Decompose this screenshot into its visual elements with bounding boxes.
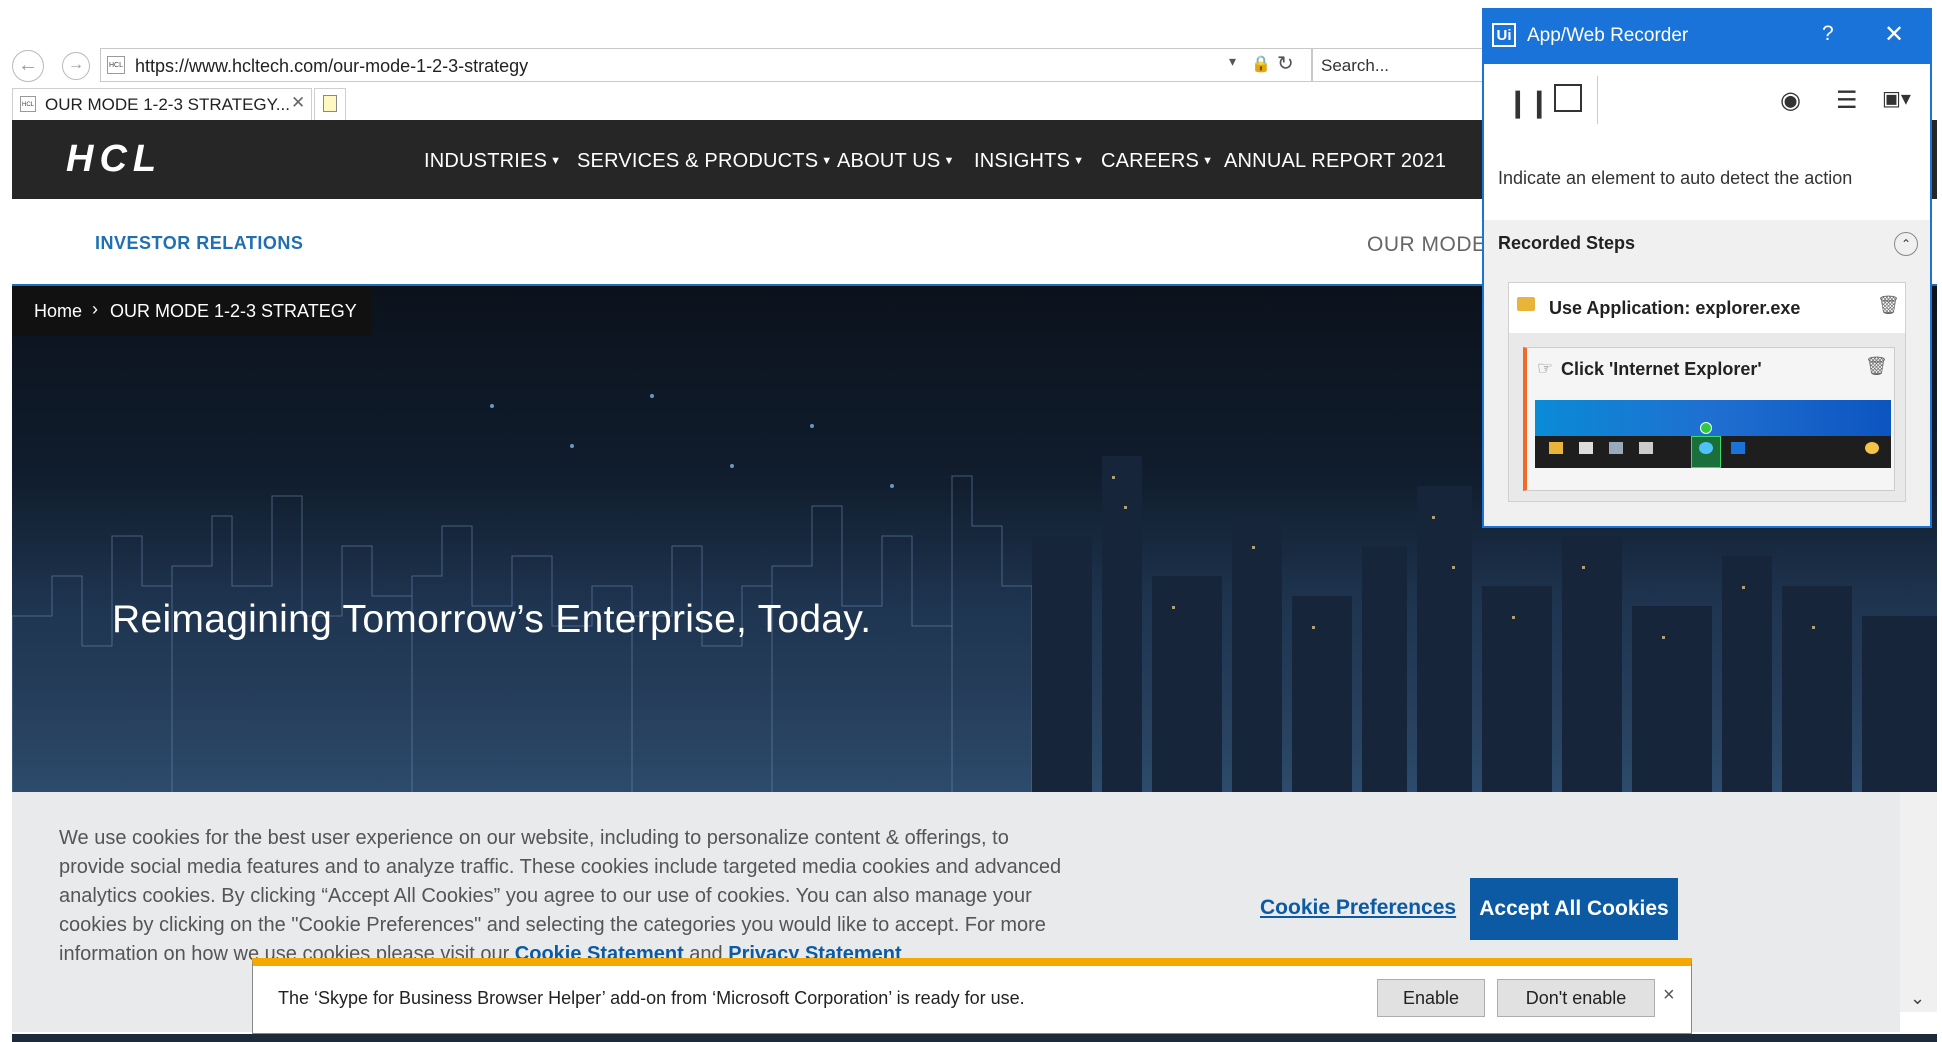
refresh-icon[interactable]: ↻ — [1277, 51, 1294, 76]
step-use-application[interactable]: Use Application: explorer.exe 🗑 ☞ Click … — [1508, 282, 1906, 502]
scroll-down-icon[interactable]: ⌄ — [1910, 988, 1925, 1009]
click-point-marker — [1700, 422, 1712, 434]
caret-down-icon: ▼ — [821, 155, 833, 167]
pause-icon[interactable]: ❙❙ — [1506, 86, 1551, 119]
forward-arrow-icon[interactable]: → — [62, 52, 90, 80]
recorded-steps-title: Recorded Steps — [1498, 233, 1636, 253]
tab-close-icon[interactable]: ✕ — [291, 93, 305, 113]
nav-services-products[interactable]: SERVICES & PRODUCTS ▼ — [577, 150, 832, 173]
trash-icon[interactable]: 🗑 — [1865, 356, 1888, 377]
thumbnail-desktop — [1535, 400, 1891, 436]
uipath-logo-icon: Ui — [1492, 23, 1516, 47]
nav-industries[interactable]: INDUSTRIES ▼ — [424, 150, 561, 173]
nav-annual-report-label: ANNUAL REPORT 2021 — [1224, 150, 1447, 172]
nav-insights-label: INSIGHTS — [974, 150, 1071, 172]
close-icon[interactable]: ✕ — [1884, 20, 1904, 49]
thumb-calculator-icon — [1639, 442, 1653, 454]
trash-icon[interactable]: 🗑 — [1877, 295, 1900, 316]
page-footer-strip — [12, 1034, 1937, 1042]
investor-relations-link[interactable]: INVESTOR RELATIONS — [95, 233, 303, 254]
breadcrumb: Home › OUR MODE 1-2-3 STRATEGY — [12, 286, 372, 336]
nav-about-label: ABOUT US — [837, 150, 941, 172]
thumb-folder-icon — [1549, 442, 1563, 454]
caret-down-icon: ▼ — [943, 155, 955, 167]
instruction-text: Indicate an element to auto detect the a… — [1498, 168, 1853, 188]
toolbar-divider — [1597, 76, 1598, 124]
breadcrumb-current: OUR MODE 1-2-3 STRATEGY — [110, 301, 357, 321]
page-scrollbar[interactable]: ⌄ — [1900, 792, 1937, 1012]
recorder-toolbar: ❙❙ ◉ ☰ ▣▾ — [1484, 64, 1930, 137]
chevron-right-icon: › — [92, 299, 98, 319]
nav-careers[interactable]: CAREERS ▼ — [1101, 150, 1213, 173]
address-bar[interactable]: HCL https://www.hcltech.com/our-mode-1-2… — [100, 48, 1312, 82]
nav-about-us[interactable]: ABOUT US ▼ — [837, 150, 955, 173]
collapse-chevron-up-icon[interactable]: ⌃ — [1894, 232, 1918, 256]
caret-down-icon: ▼ — [1202, 155, 1214, 167]
lock-icon[interactable]: 🔒 — [1251, 54, 1271, 74]
thumb-skype-icon — [1731, 442, 1745, 454]
nav-annual-report[interactable]: ANNUAL REPORT 2021 — [1224, 150, 1446, 173]
nav-careers-label: CAREERS — [1101, 150, 1200, 172]
save-icon[interactable] — [1554, 84, 1582, 112]
step2-label: Click 'Internet Explorer' — [1561, 359, 1762, 379]
caret-down-icon: ▼ — [1073, 155, 1085, 167]
cookie-text: We use cookies for the best user experie… — [59, 824, 1069, 969]
svg-text:HCL: HCL — [66, 140, 162, 176]
step1-header: Use Application: explorer.exe 🗑 — [1509, 283, 1905, 333]
click-hand-icon: ☞ — [1537, 358, 1554, 378]
tab-title: OUR MODE 1-2-3 STRATEGY... — [45, 95, 290, 114]
notification-text: The ‘Skype for Business Browser Helper’ … — [278, 988, 1025, 1008]
target-icon[interactable]: ◉ — [1780, 86, 1801, 115]
recorder-title-bar[interactable]: Ui App/Web Recorder ? ✕ — [1484, 10, 1930, 64]
tab-favicon: HCL — [20, 96, 36, 112]
search-input[interactable]: Search... — [1312, 48, 1492, 82]
thumb-app-icon — [1609, 442, 1623, 454]
step-screenshot-thumbnail — [1535, 400, 1891, 468]
back-arrow-icon[interactable]: ← — [12, 50, 44, 82]
caret-down-icon: ▼ — [550, 155, 562, 167]
hcl-logo[interactable]: HCL — [62, 140, 232, 176]
nav-services-label: SERVICES & PRODUCTS — [577, 150, 819, 172]
addon-notification-bar: The ‘Skype for Business Browser Helper’ … — [252, 958, 1692, 1034]
list-check-icon[interactable]: ☰ — [1836, 86, 1858, 115]
subnav-our-mode[interactable]: OUR MODE — [1367, 233, 1487, 257]
recorded-steps-header: Recorded Steps ⌃ — [1484, 220, 1930, 268]
thumb-ie-icon — [1699, 442, 1713, 454]
selection-dropdown-icon[interactable]: ▣▾ — [1882, 86, 1911, 111]
enable-button[interactable]: Enable — [1377, 979, 1485, 1017]
step-click-internet-explorer[interactable]: ☞ Click 'Internet Explorer' 🗑 — [1523, 347, 1895, 491]
recorder-title: App/Web Recorder — [1527, 25, 1689, 46]
notification-close-icon[interactable]: × — [1663, 984, 1675, 1007]
step1-label: Use Application: explorer.exe — [1549, 298, 1801, 318]
new-tab-icon — [323, 95, 337, 112]
address-dropdown-icon[interactable]: ▾ — [1229, 53, 1236, 70]
url-text[interactable]: https://www.hcltech.com/our-mode-1-2-3-s… — [135, 56, 528, 77]
nav-industries-label: INDUSTRIES — [424, 150, 548, 172]
cookie-preferences-link[interactable]: Cookie Preferences — [1260, 896, 1456, 920]
folder-icon — [1517, 297, 1535, 311]
dont-enable-button[interactable]: Don't enable — [1497, 979, 1655, 1017]
recorder-instruction-panel: Indicate an element to auto detect the a… — [1484, 136, 1930, 221]
nav-insights[interactable]: INSIGHTS ▼ — [974, 150, 1084, 173]
site-favicon: HCL — [107, 56, 125, 74]
thumb-mail-icon — [1579, 442, 1593, 454]
new-tab-button[interactable] — [314, 88, 346, 120]
breadcrumb-home-link[interactable]: Home — [34, 301, 82, 322]
hero-title: Reimagining Tomorrow’s Enterprise, Today… — [112, 598, 872, 641]
browser-tab[interactable]: HCL OUR MODE 1-2-3 STRATEGY... ✕ — [12, 88, 312, 120]
help-icon[interactable]: ? — [1822, 22, 1834, 46]
thumb-tray-icon — [1865, 442, 1879, 454]
recorder-window: Ui App/Web Recorder ? ✕ ❙❙ ◉ ☰ ▣▾ Indica… — [1482, 8, 1932, 528]
accept-all-cookies-button[interactable]: Accept All Cookies — [1470, 878, 1678, 940]
